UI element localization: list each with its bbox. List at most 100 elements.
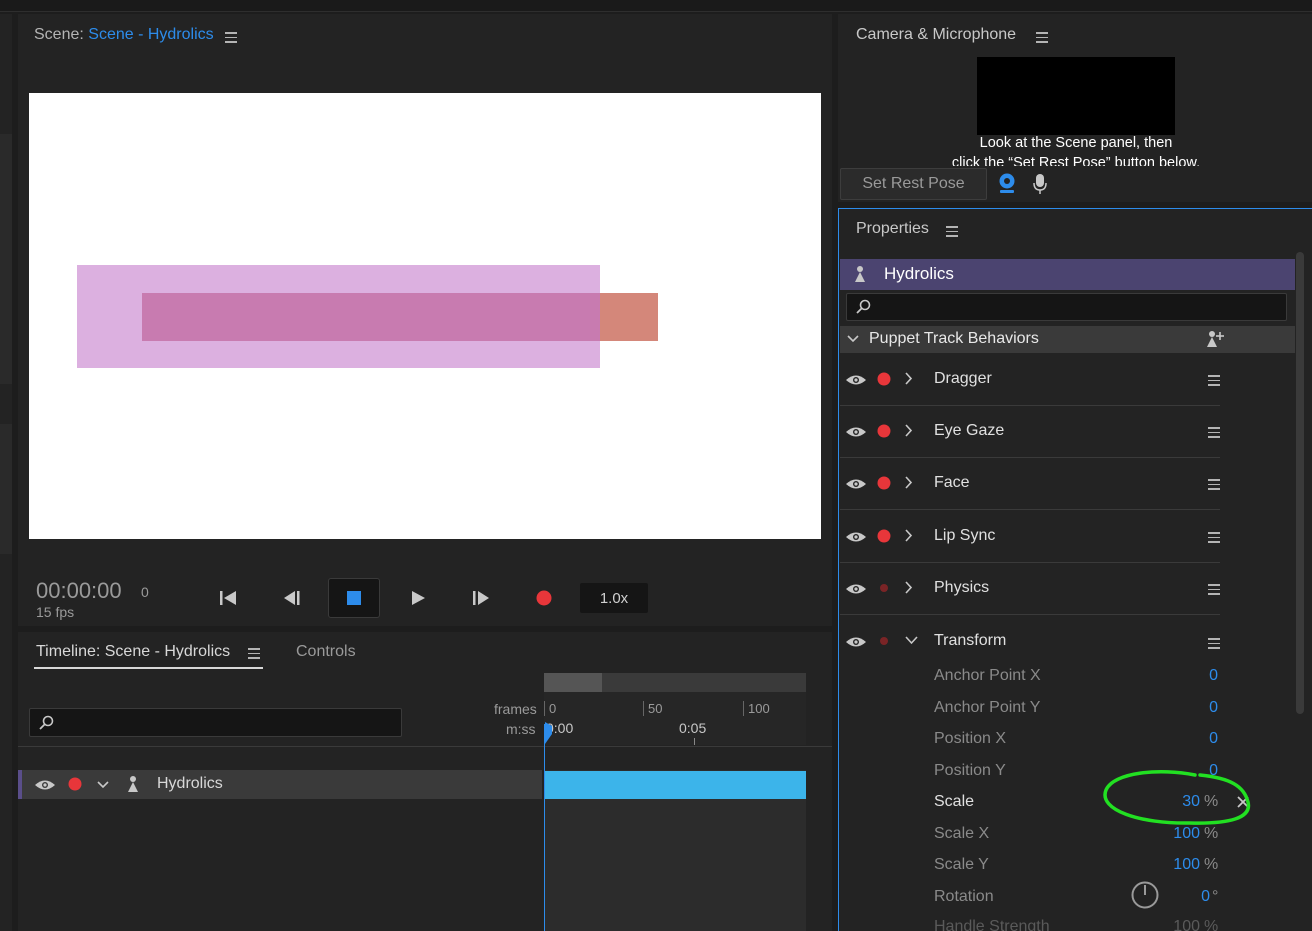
set-rest-pose-button[interactable]: Set Rest Pose: [840, 168, 987, 200]
armed-record-icon[interactable]: [877, 529, 891, 543]
scene-name-link[interactable]: Scene - Hydrolics: [88, 26, 213, 43]
behavior-row-transform[interactable]: Transform: [840, 616, 1220, 660]
chevron-down-icon[interactable]: [905, 636, 918, 645]
behavior-row-eye-gaze[interactable]: Eye Gaze: [840, 406, 1220, 458]
prop-label-rotation: Rotation: [934, 888, 994, 905]
scene-title-prefix: Scene:: [34, 26, 84, 43]
eye-icon[interactable]: [845, 530, 867, 544]
timeline-menu-icon[interactable]: [248, 648, 260, 659]
eye-icon[interactable]: [845, 477, 867, 491]
camera-hint-box: Look at the Scene panel, then click the …: [940, 133, 1212, 166]
track-clip[interactable]: [544, 771, 806, 799]
webcam-icon[interactable]: [997, 173, 1017, 195]
playhead-handle-icon[interactable]: [542, 722, 554, 744]
behavior-menu-icon[interactable]: [1208, 427, 1220, 438]
work-area-handle[interactable]: [544, 673, 602, 692]
prop-value-handle-strength[interactable]: 100: [1140, 918, 1200, 931]
behavior-row-lip-sync[interactable]: Lip Sync: [840, 511, 1220, 563]
record-button[interactable]: [528, 582, 560, 614]
rotation-dial-icon[interactable]: [1130, 880, 1160, 910]
behaviors-section-header[interactable]: Puppet Track Behaviors: [840, 326, 1295, 353]
behavior-name: Lip Sync: [934, 527, 996, 544]
behavior-menu-icon[interactable]: [1208, 638, 1220, 649]
add-behavior-icon[interactable]: [1205, 330, 1225, 348]
timeline-tab-underline: [34, 667, 263, 669]
behavior-menu-icon[interactable]: [1208, 479, 1220, 490]
properties-menu-icon[interactable]: [946, 226, 958, 237]
prop-label-handle-strength: Handle Strength: [934, 918, 1050, 931]
microphone-icon[interactable]: [1032, 173, 1048, 195]
prop-value-anchor-y[interactable]: 0: [1160, 699, 1218, 717]
behavior-name: Eye Gaze: [934, 422, 1005, 439]
mss-label: m:ss: [506, 721, 536, 737]
left-strip-panel: [0, 14, 12, 931]
prop-label-anchor-y: Anchor Point Y: [934, 699, 1041, 716]
playback-speed-button[interactable]: 1.0x: [580, 583, 648, 613]
step-forward-button[interactable]: [465, 582, 497, 614]
stop-button[interactable]: [328, 578, 380, 618]
stop-icon: [347, 591, 361, 605]
behavior-row-dragger[interactable]: Dragger: [840, 354, 1220, 406]
scene-title: Scene: Scene - Hydrolics: [34, 26, 214, 44]
behavior-row-face[interactable]: Face: [840, 458, 1220, 510]
prop-label-position-x: Position X: [934, 730, 1007, 747]
disarmed-record-icon[interactable]: [879, 636, 889, 646]
camera-hint-line1: Look at the Scene panel, then: [979, 135, 1173, 151]
armed-record-icon[interactable]: [877, 372, 891, 386]
chevron-down-icon: [847, 335, 859, 343]
ruler-frame-100: 100: [743, 701, 770, 716]
prop-value-rotation[interactable]: 0: [1160, 888, 1210, 906]
tab-controls[interactable]: Controls: [296, 643, 356, 661]
behavior-name: Face: [934, 474, 970, 491]
play-button[interactable]: [402, 582, 434, 614]
chevron-right-icon[interactable]: [904, 424, 913, 437]
ruler-tick: [694, 738, 695, 745]
scene-canvas[interactable]: [29, 93, 821, 539]
behavior-menu-icon[interactable]: [1208, 584, 1220, 595]
behaviors-section-title: Puppet Track Behaviors: [869, 330, 1039, 347]
prop-unit-rotation: °: [1212, 888, 1219, 905]
eye-icon[interactable]: [34, 778, 56, 792]
puppet-header[interactable]: Hydrolics: [840, 259, 1295, 290]
camera-preview: [977, 57, 1175, 135]
tab-timeline[interactable]: Timeline: Scene - Hydrolics: [36, 643, 230, 661]
go-to-start-button[interactable]: [212, 582, 244, 614]
scene-menu-icon[interactable]: [225, 32, 237, 43]
overlap-rect-shape: [142, 293, 600, 341]
chevron-right-icon[interactable]: [904, 529, 913, 542]
chevron-down-icon[interactable]: [96, 780, 110, 790]
prop-value-position-x[interactable]: 0: [1160, 730, 1218, 748]
step-back-button[interactable]: [276, 582, 308, 614]
eye-icon[interactable]: [845, 425, 867, 439]
prop-value-scale-y[interactable]: 100: [1140, 856, 1200, 874]
prop-label-position-y: Position Y: [934, 762, 1006, 779]
prop-label-scale: Scale: [934, 793, 975, 810]
chevron-right-icon[interactable]: [904, 476, 913, 489]
behavior-menu-icon[interactable]: [1208, 375, 1220, 386]
track-record-icon[interactable]: [68, 777, 82, 791]
disarmed-record-icon[interactable]: [879, 583, 889, 593]
behavior-name: Transform: [934, 632, 1007, 649]
camera-menu-icon[interactable]: [1036, 32, 1048, 43]
properties-search-input[interactable]: [846, 293, 1287, 321]
eye-icon[interactable]: [845, 635, 867, 649]
properties-title: Properties: [856, 220, 929, 237]
armed-record-icon[interactable]: [877, 476, 891, 490]
go-to-start-icon: [220, 591, 236, 605]
prop-label-anchor-x: Anchor Point X: [934, 667, 1041, 684]
timecode: 00:00:00: [36, 578, 122, 603]
puppet-icon: [855, 266, 865, 282]
track-row[interactable]: Hydrolics: [18, 770, 542, 799]
prop-value-anchor-x[interactable]: 0: [1160, 667, 1218, 685]
chevron-right-icon[interactable]: [904, 581, 913, 594]
armed-record-icon[interactable]: [877, 424, 891, 438]
timeline-search-input[interactable]: [29, 708, 402, 737]
eye-icon[interactable]: [845, 582, 867, 596]
playhead-line[interactable]: [544, 724, 545, 931]
properties-scrollbar[interactable]: [1296, 252, 1304, 714]
behavior-row-physics[interactable]: Physics: [840, 563, 1220, 615]
behavior-menu-icon[interactable]: [1208, 532, 1220, 543]
chevron-right-icon[interactable]: [904, 372, 913, 385]
eye-icon[interactable]: [845, 373, 867, 387]
step-forward-icon: [473, 591, 489, 605]
